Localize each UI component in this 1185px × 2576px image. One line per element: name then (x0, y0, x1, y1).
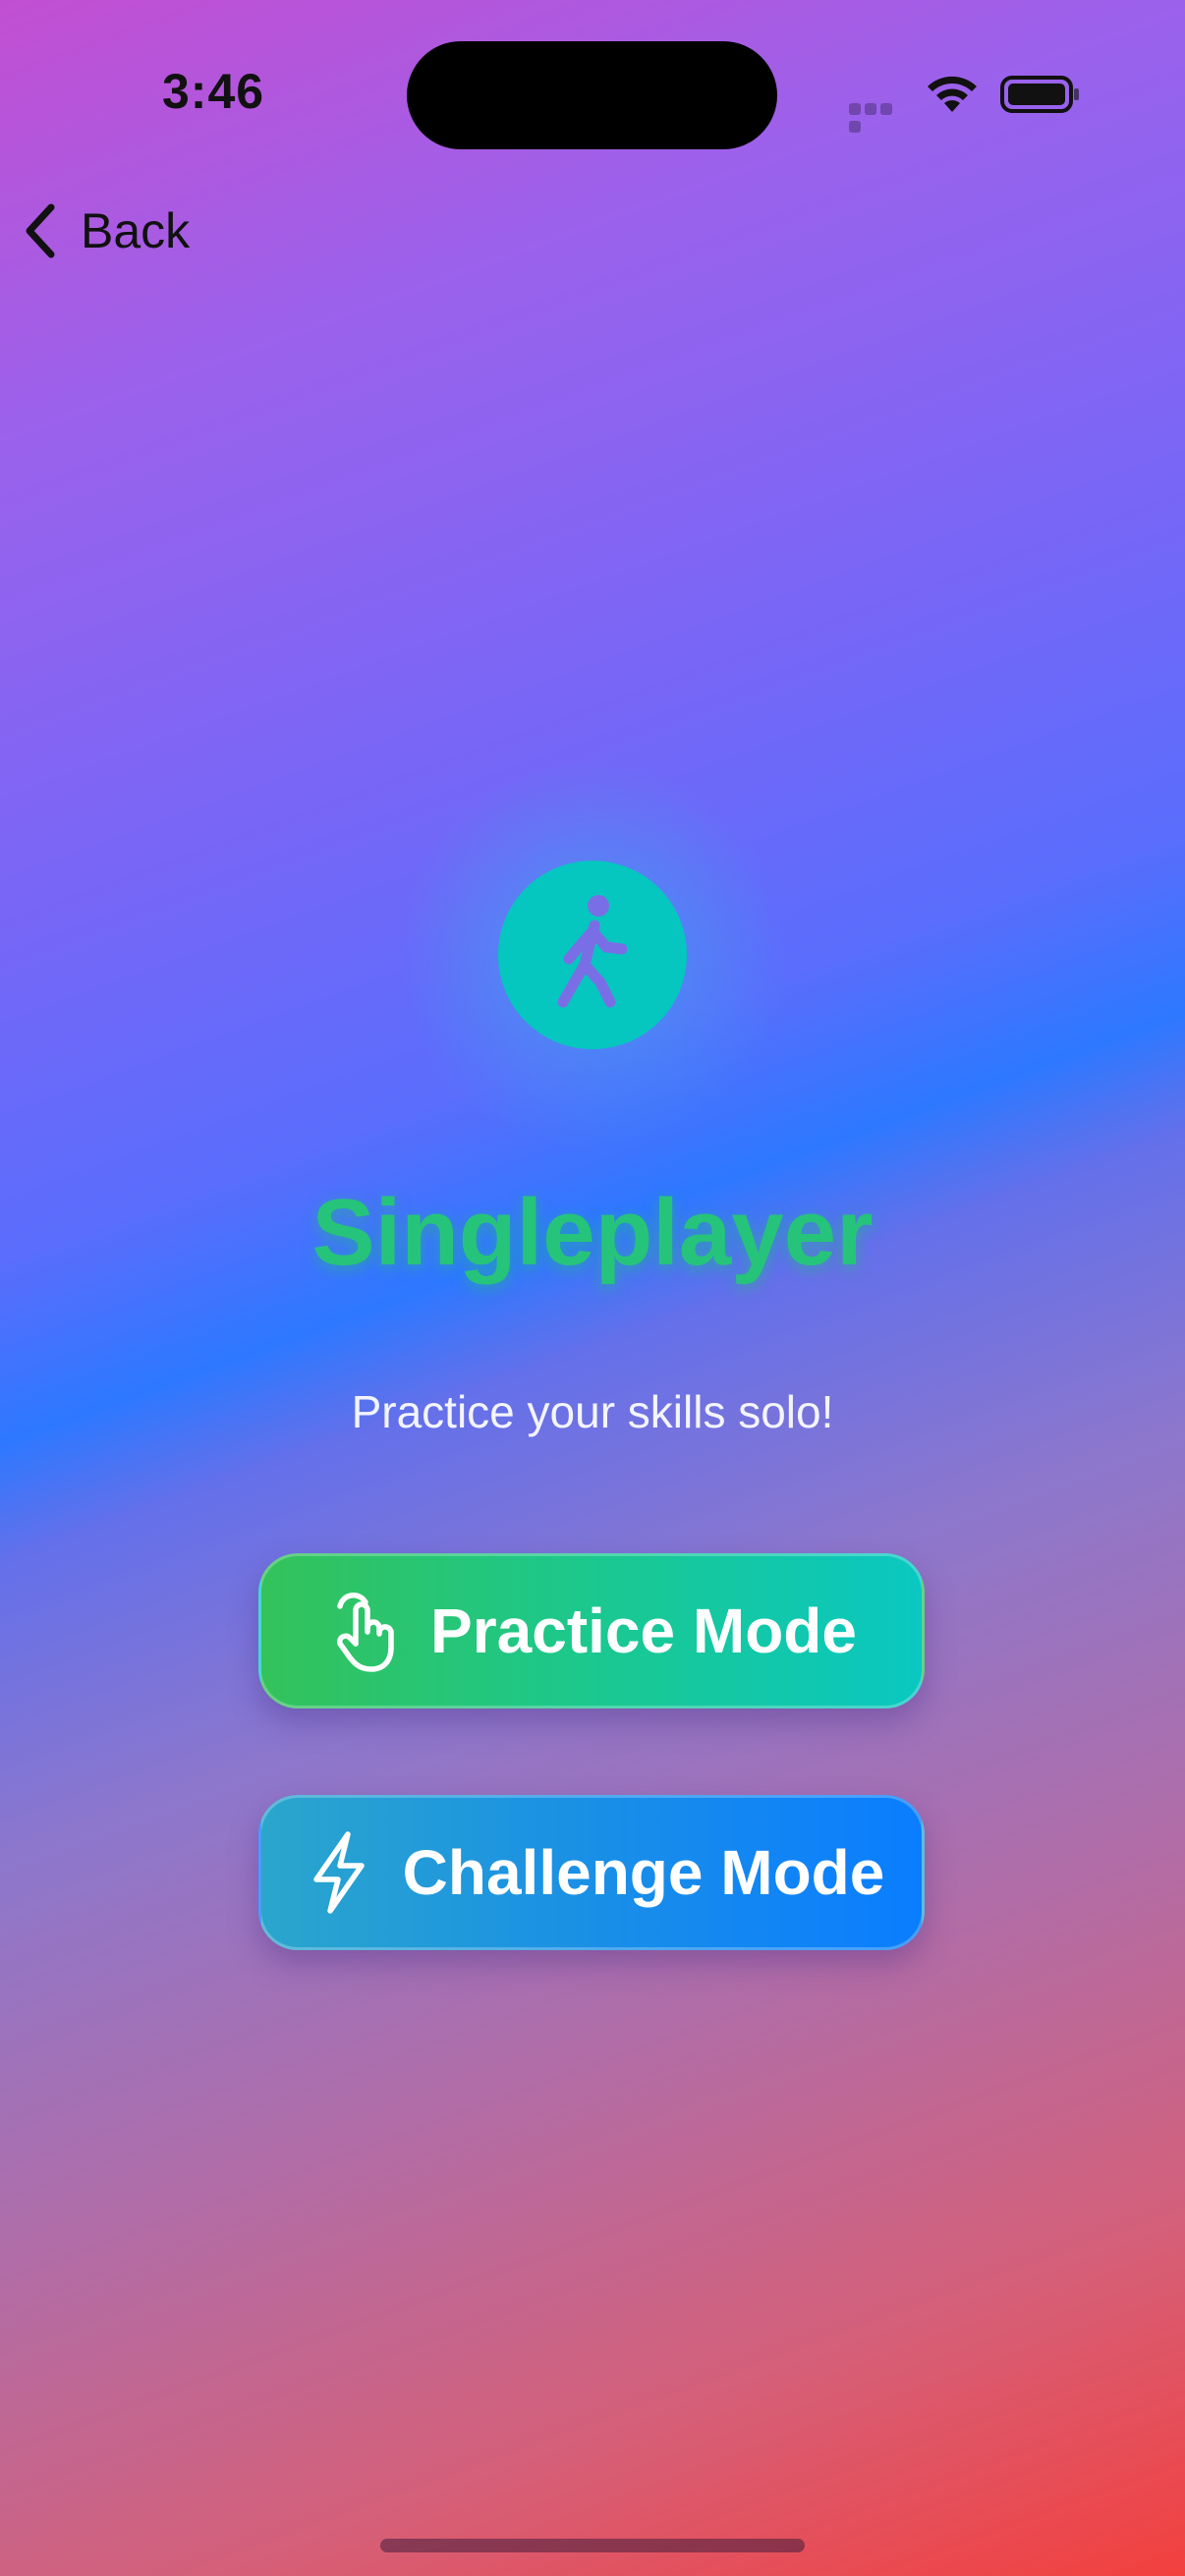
page-title: Singleplayer (311, 1180, 874, 1285)
home-indicator[interactable] (380, 2539, 805, 2552)
dynamic-island (407, 41, 777, 149)
practice-mode-button[interactable]: Practice Mode (258, 1553, 925, 1708)
back-button[interactable]: Back (20, 196, 190, 265)
challenge-mode-button[interactable]: Challenge Mode (258, 1795, 925, 1950)
hero-icon-circle (498, 861, 687, 1049)
back-label: Back (81, 203, 191, 258)
battery-icon (1000, 76, 1079, 113)
bolt-icon (312, 1831, 365, 1914)
challenge-mode-label: Challenge Mode (402, 1837, 885, 1908)
figure-walk-icon (557, 895, 628, 1008)
page-subtitle: Practice your skills solo! (351, 1386, 834, 1437)
cellular-signal-icon (849, 102, 908, 133)
chevron-left-icon (26, 203, 55, 258)
practice-mode-label: Practice Mode (430, 1596, 857, 1666)
hand-tap-icon (337, 1593, 394, 1672)
wifi-icon (928, 76, 977, 112)
status-time: 3:46 (162, 64, 265, 119)
